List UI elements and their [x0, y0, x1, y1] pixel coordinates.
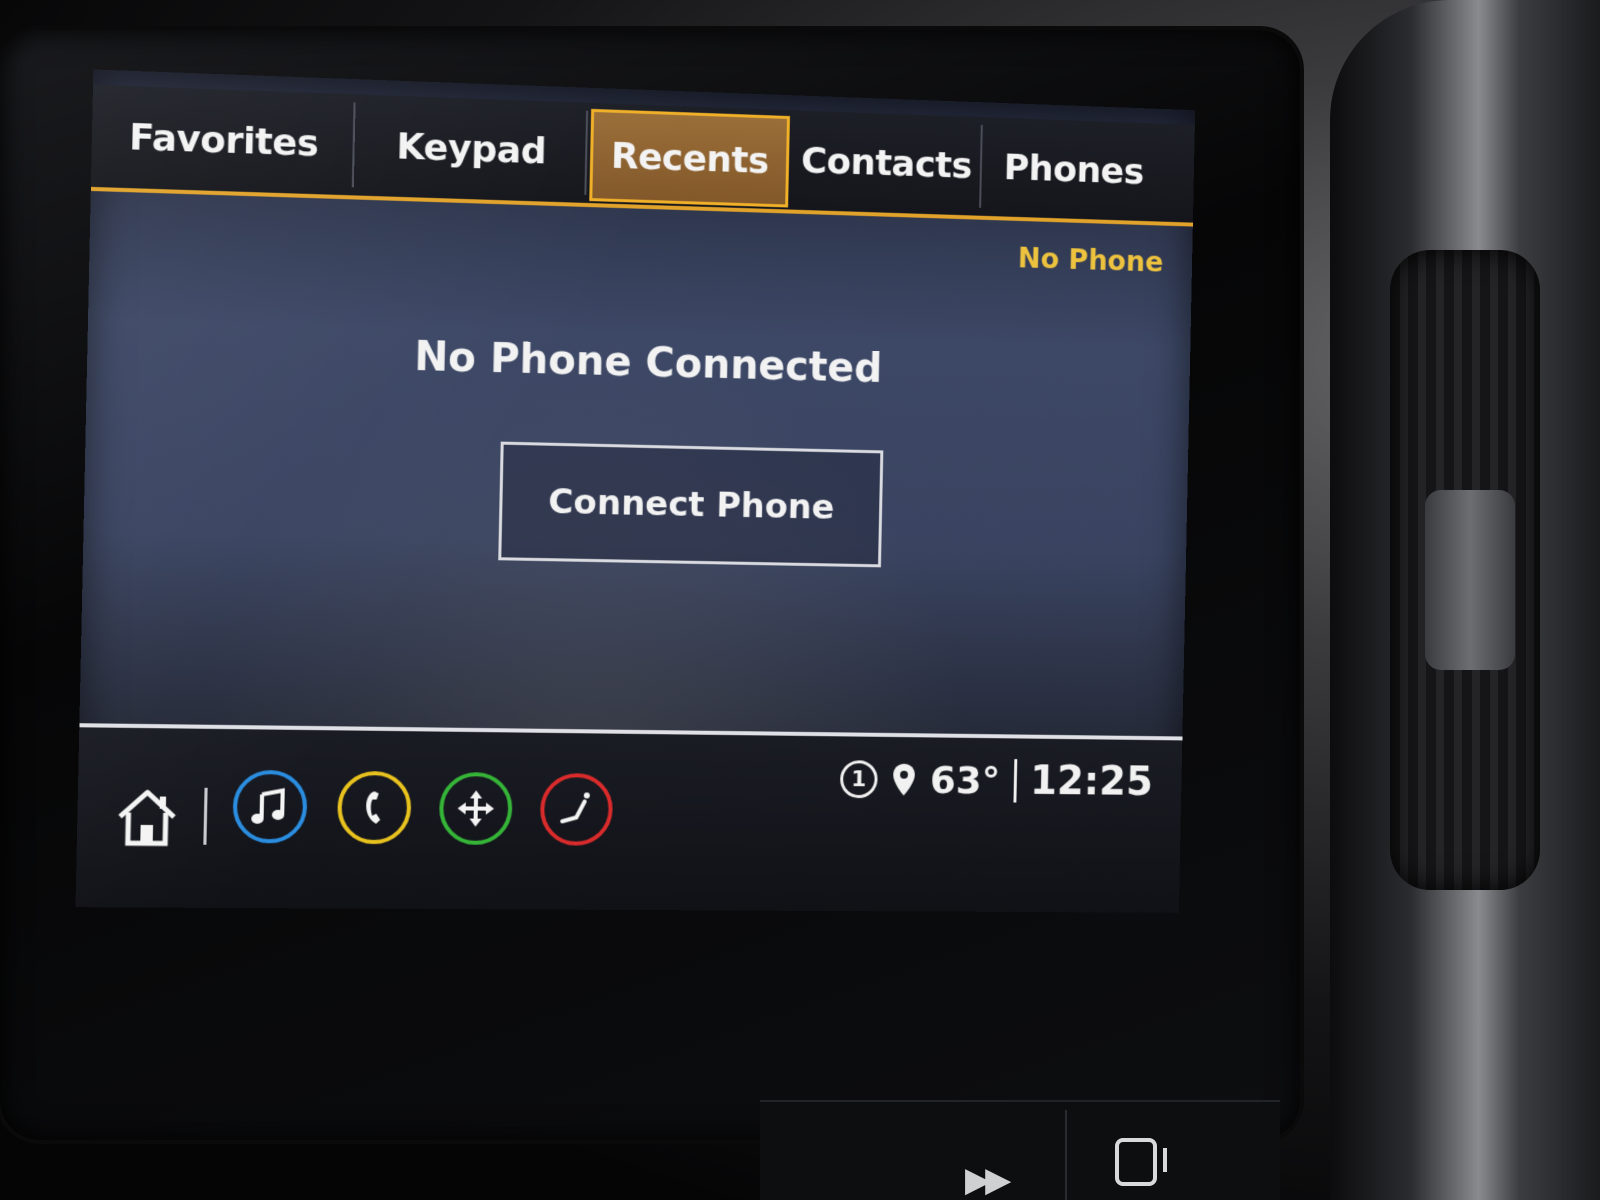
hardware-controls	[760, 1100, 1280, 1200]
status-separator	[1013, 759, 1017, 802]
music-icon	[247, 784, 293, 829]
tab-keypad[interactable]: Keypad	[354, 94, 589, 203]
bottom-bar-separator	[203, 788, 207, 845]
tab-favorites[interactable]: Favorites	[91, 85, 356, 196]
bottom-app-bar: 1 63° 12:25	[75, 723, 1182, 913]
location-pin-icon	[891, 762, 917, 798]
phone-tab-bar: Favorites Keypad Recents Contacts Phones	[91, 85, 1195, 227]
phone-status-label: No Phone	[1018, 242, 1164, 279]
dashboard-scene: ▶▶ Favorites Keypad Recents Contacts Pho…	[0, 0, 1600, 1200]
connect-phone-label: Connect Phone	[548, 482, 835, 528]
phone-icon	[351, 785, 397, 830]
audio-app-button[interactable]	[232, 770, 307, 844]
infotainment-screen: Favorites Keypad Recents Contacts Phones…	[75, 69, 1195, 912]
navigation-icon	[453, 786, 498, 831]
status-row: 1 63° 12:25	[840, 756, 1154, 805]
tab-label: Favorites	[129, 116, 319, 164]
temperature-readout: 63°	[930, 758, 1001, 802]
hardware-divider	[1065, 1110, 1067, 1200]
clock-readout: 12:25	[1030, 758, 1154, 804]
tab-phones[interactable]: Phones	[981, 117, 1166, 222]
seat-settings-button[interactable]	[540, 773, 614, 846]
connect-phone-button[interactable]: Connect Phone	[498, 442, 883, 568]
tab-contacts[interactable]: Contacts	[790, 110, 983, 216]
vent-knob[interactable]	[1425, 490, 1515, 670]
navigation-app-button[interactable]	[439, 772, 513, 845]
screen-toggle-icon[interactable]	[1115, 1138, 1157, 1186]
tab-label: Recents	[610, 135, 769, 181]
tab-label: Phones	[1003, 147, 1144, 192]
tab-label: Keypad	[396, 126, 546, 172]
seat-icon	[554, 787, 599, 832]
skip-forward-icon[interactable]: ▶▶	[965, 1160, 1005, 1200]
phone-app-button[interactable]	[337, 771, 412, 844]
notification-badge[interactable]: 1	[840, 760, 878, 798]
tab-recents[interactable]: Recents	[589, 109, 790, 208]
home-icon[interactable]	[113, 784, 181, 850]
no-phone-message: No Phone Connected	[87, 325, 1190, 400]
tab-label: Contacts	[801, 140, 972, 186]
